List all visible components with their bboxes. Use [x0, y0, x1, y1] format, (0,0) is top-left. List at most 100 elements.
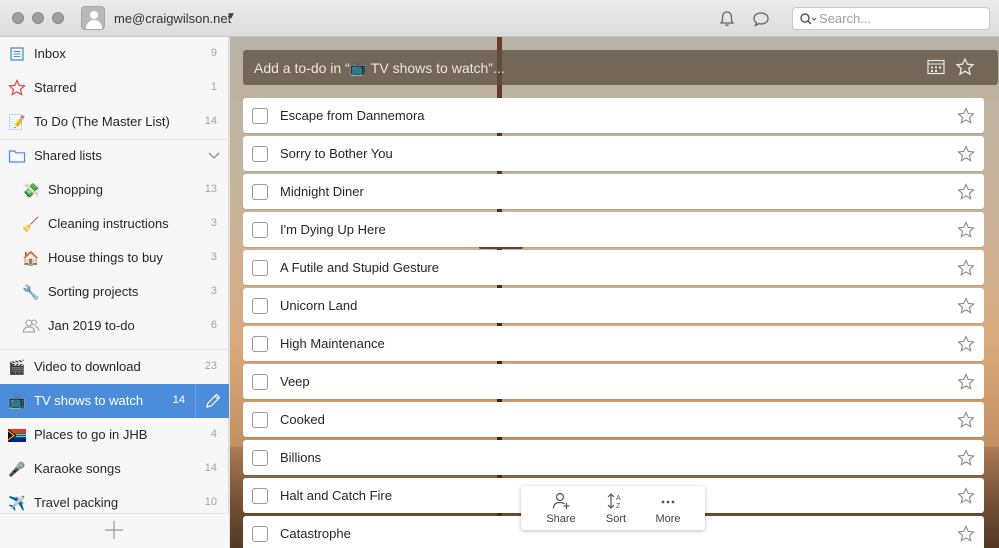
task-row[interactable]: Escape from Dannemora [243, 98, 984, 133]
south-africa-flag-icon [8, 426, 26, 444]
sidebar-item-label: House things to buy [48, 250, 163, 265]
sidebar-item-label: Karaoke songs [34, 461, 121, 476]
sidebar-item-label: To Do (The Master List) [34, 114, 170, 129]
sidebar: Inbox 9 Starred 1 📝 To Do (The Master Li… [0, 37, 229, 548]
task-checkbox[interactable] [252, 526, 268, 542]
star-icon[interactable] [957, 297, 975, 315]
star-icon[interactable] [957, 373, 975, 391]
task-checkbox[interactable] [252, 336, 268, 352]
sort-az-icon: A Z [607, 493, 621, 510]
calendar-icon[interactable] [927, 59, 945, 75]
edit-list-button[interactable] [195, 384, 229, 418]
bell-icon[interactable] [717, 9, 737, 29]
user-avatar[interactable] [81, 6, 105, 30]
sidebar-item-label: Cleaning instructions [48, 216, 169, 231]
zoom-window-button[interactable] [52, 12, 64, 24]
star-icon[interactable] [957, 221, 975, 239]
task-row[interactable]: Veep [243, 364, 984, 399]
task-row[interactable]: High Maintenance [243, 326, 984, 361]
sidebar-item-count: 14 [204, 115, 217, 127]
sidebar-item-jan-2019-todo[interactable]: Jan 2019 to-do 6 [0, 309, 229, 343]
star-icon[interactable] [957, 183, 975, 201]
chevron-down-icon[interactable] [208, 152, 220, 160]
task-checkbox[interactable] [252, 374, 268, 390]
task-row[interactable]: Unicorn Land [243, 288, 984, 323]
sidebar-item-count: 14 [204, 462, 217, 474]
task-checkbox[interactable] [252, 488, 268, 504]
task-list-panel: Add a to-do in “📺 TV shows to watch”... … [230, 37, 999, 548]
sort-button[interactable]: A Z Sort [588, 490, 644, 528]
ellipsis-icon [661, 500, 675, 504]
sidebar-item-starred[interactable]: Starred 1 [0, 71, 229, 105]
star-icon[interactable] [957, 107, 975, 125]
star-icon[interactable] [957, 525, 975, 543]
sidebar-item-cleaning-instructions[interactable]: 🧹 Cleaning instructions 3 [0, 207, 229, 241]
star-icon[interactable] [955, 57, 975, 77]
add-list-plus-icon[interactable] [104, 520, 124, 540]
task-checkbox[interactable] [252, 184, 268, 200]
sidebar-item-count: 3 [210, 251, 217, 263]
task-row[interactable]: Cooked [243, 402, 984, 437]
minimize-window-button[interactable] [32, 12, 44, 24]
task-row[interactable]: Midnight Diner [243, 174, 984, 209]
task-checkbox[interactable] [252, 222, 268, 238]
sidebar-item-label: Video to download [34, 359, 141, 374]
sidebar-item-todo-master-list[interactable]: 📝 To Do (The Master List) 14 [0, 105, 229, 139]
sidebar-item-karaoke-songs[interactable]: 🎤 Karaoke songs 14 [0, 452, 229, 486]
task-title: Midnight Diner [280, 184, 364, 199]
svg-text:Z: Z [616, 503, 621, 510]
star-icon[interactable] [957, 259, 975, 277]
task-row[interactable]: I'm Dying Up Here [243, 212, 984, 247]
wrench-emoji-icon: 🔧 [22, 283, 40, 300]
add-todo-input[interactable]: Add a to-do in “📺 TV shows to watch”... [243, 50, 998, 85]
sidebar-item-count: 3 [210, 217, 217, 229]
tv-emoji-icon: 📺 [8, 392, 26, 409]
house-emoji-icon: 🏠 [22, 249, 40, 266]
star-icon[interactable] [957, 411, 975, 429]
task-checkbox[interactable] [252, 108, 268, 124]
pencil-icon [205, 393, 220, 408]
task-title: Catastrophe [280, 526, 351, 541]
task-checkbox[interactable] [252, 146, 268, 162]
task-title: A Futile and Stupid Gesture [280, 260, 439, 275]
title-bar: me@craigwilson.net ▼ [0, 0, 999, 37]
task-title: I'm Dying Up Here [280, 222, 386, 237]
star-icon[interactable] [957, 145, 975, 163]
airplane-emoji-icon: ✈️ [8, 494, 26, 511]
sidebar-item-tv-shows-to-watch[interactable]: 📺 TV shows to watch 14 [0, 384, 229, 418]
sidebar-item-inbox[interactable]: Inbox 9 [0, 37, 229, 71]
sidebar-item-shopping[interactable]: 💸 Shopping 13 [0, 173, 229, 207]
star-icon[interactable] [957, 449, 975, 467]
task-row[interactable]: Billions [243, 440, 984, 475]
sidebar-item-house-things-to-buy[interactable]: 🏠 House things to buy 3 [0, 241, 229, 275]
task-checkbox[interactable] [252, 412, 268, 428]
search-input[interactable] [819, 10, 984, 27]
share-button[interactable]: Share [533, 490, 589, 528]
task-title: Halt and Catch Fire [280, 488, 392, 503]
search-box[interactable] [792, 7, 990, 30]
task-row[interactable]: Sorry to Bother You [243, 136, 984, 171]
sidebar-item-count: 23 [204, 360, 217, 372]
chevron-down-icon[interactable]: ▼ [226, 11, 236, 22]
star-icon[interactable] [957, 335, 975, 353]
sidebar-item-video-to-download[interactable]: 🎬 Video to download 23 [0, 350, 229, 384]
more-button[interactable]: More [640, 490, 696, 528]
sidebar-item-label: Starred [34, 80, 77, 95]
task-checkbox[interactable] [252, 298, 268, 314]
user-email-menu[interactable]: me@craigwilson.net [114, 11, 231, 26]
sidebar-item-sorting-projects[interactable]: 🔧 Sorting projects 3 [0, 275, 229, 309]
task-checkbox[interactable] [252, 450, 268, 466]
sidebar-item-places-to-go-jhb[interactable]: Places to go in JHB 4 [0, 418, 229, 452]
sidebar-item-shared-lists[interactable]: Shared lists [0, 139, 229, 173]
close-window-button[interactable] [12, 12, 24, 24]
sidebar-item-count: 10 [204, 496, 217, 508]
task-row[interactable]: A Futile and Stupid Gesture [243, 250, 984, 285]
sidebar-item-count: 6 [210, 319, 217, 331]
star-icon[interactable] [957, 487, 975, 505]
task-checkbox[interactable] [252, 260, 268, 276]
sidebar-item-label: TV shows to watch [34, 393, 144, 408]
people-icon [22, 317, 40, 335]
chat-bubble-icon[interactable] [751, 9, 771, 29]
task-title: Unicorn Land [280, 298, 358, 313]
sidebar-item-label: Inbox [34, 46, 66, 61]
